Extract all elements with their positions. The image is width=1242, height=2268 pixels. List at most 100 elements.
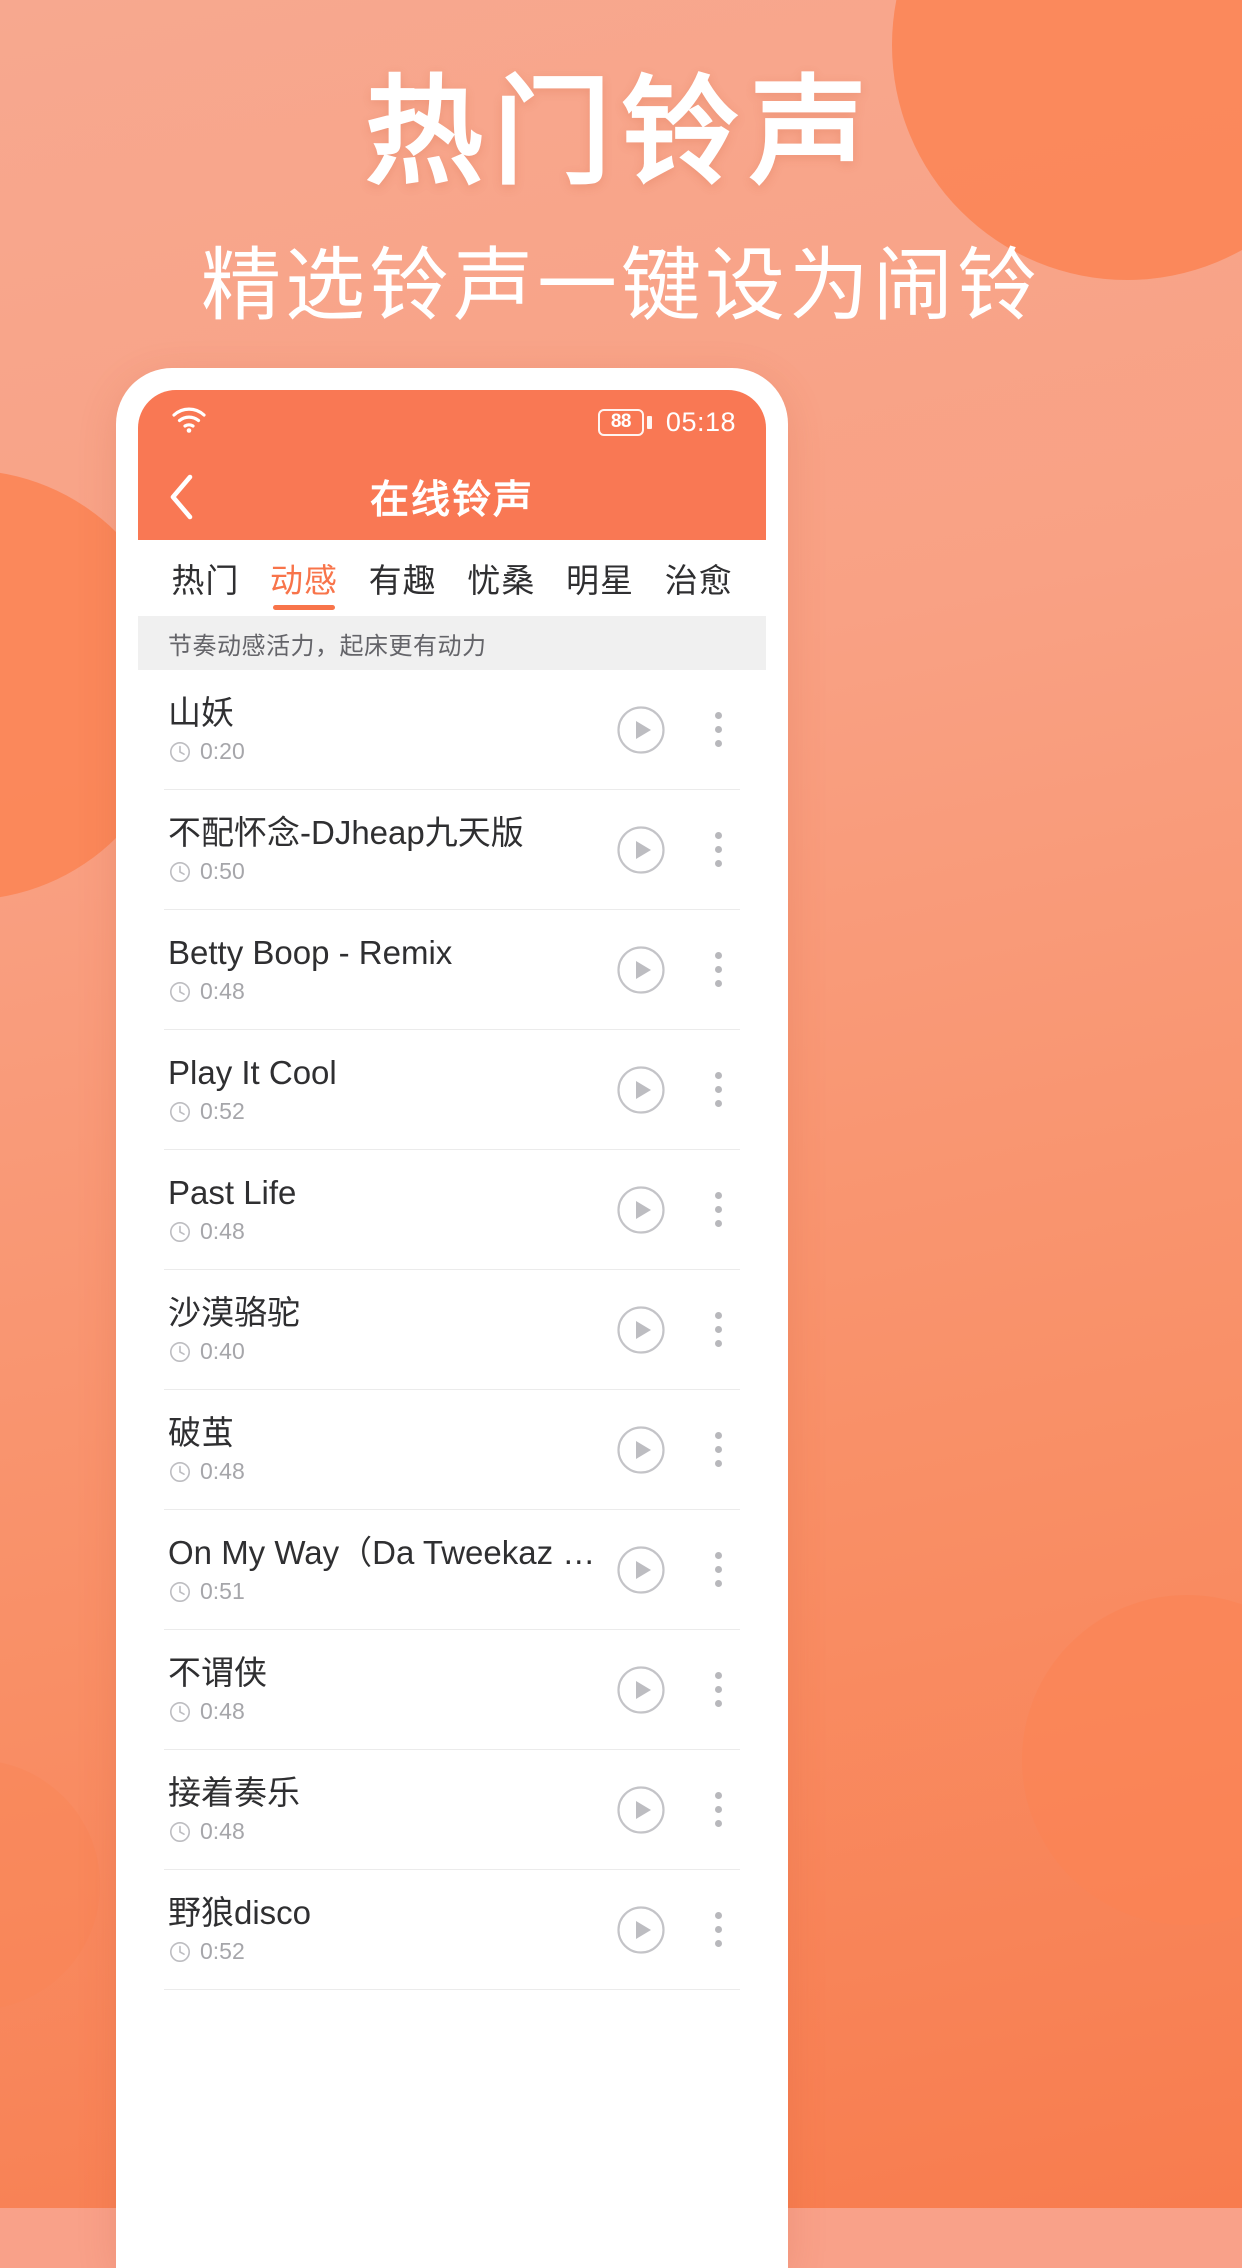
more-vertical-icon	[714, 740, 722, 747]
ringtone-row-3[interactable]: Play It Cool 0:52	[164, 1030, 740, 1150]
more-options-button[interactable]	[700, 1672, 740, 1707]
play-circle-icon	[616, 945, 666, 999]
tab-label: 忧桑	[467, 562, 536, 599]
more-options-button[interactable]	[700, 712, 740, 747]
chevron-left-icon	[167, 474, 195, 520]
ringtone-info: 接着奏乐 0:48	[164, 1774, 616, 1846]
ringtone-duration: 0:50	[168, 858, 616, 885]
tab-youqu[interactable]: 有趣	[353, 540, 452, 616]
duration-text: 0:52	[200, 1098, 245, 1125]
duration-text: 0:50	[200, 858, 245, 885]
more-options-button[interactable]	[700, 1432, 740, 1467]
ringtone-name: 破茧	[168, 1413, 234, 1451]
tab-yousang[interactable]: 忧桑	[452, 540, 551, 616]
more-vertical-icon	[714, 1686, 722, 1693]
hero-subtitle: 精选铃声一键设为闹铃	[201, 240, 1041, 330]
ringtone-row-1[interactable]: 不配怀念-DJheap九天版 0:50	[164, 790, 740, 910]
more-vertical-icon	[714, 846, 722, 853]
clock-icon	[168, 980, 192, 1004]
tab-remen[interactable]: 热门	[156, 540, 255, 616]
ringtone-name: Play It Cool	[168, 1053, 337, 1091]
more-vertical-icon	[714, 1672, 722, 1679]
play-button[interactable]	[616, 705, 666, 755]
more-options-button[interactable]	[700, 832, 740, 867]
play-button[interactable]	[616, 1305, 666, 1355]
duration-text: 0:48	[200, 1698, 245, 1725]
ringtone-row-10[interactable]: 野狼disco 0:52	[164, 1870, 740, 1990]
play-button[interactable]	[616, 945, 666, 995]
play-button[interactable]	[616, 1785, 666, 1835]
more-vertical-icon	[714, 712, 722, 719]
ringtone-name: 不谓侠	[168, 1653, 267, 1691]
more-vertical-icon	[714, 1700, 722, 1707]
ringtone-info: Play It Cool 0:52	[164, 1054, 616, 1126]
category-description: 节奏动感活力，起床更有动力	[138, 616, 766, 670]
play-circle-icon	[616, 1185, 666, 1239]
duration-text: 0:48	[200, 978, 245, 1005]
tab-zhiyu[interactable]: 治愈	[649, 540, 748, 616]
more-options-button[interactable]	[700, 1912, 740, 1947]
play-circle-icon	[616, 1905, 666, 1959]
play-button[interactable]	[616, 1545, 666, 1595]
clock-icon	[168, 1700, 192, 1724]
status-time: 05:18	[665, 406, 736, 437]
more-options-button[interactable]	[700, 1192, 740, 1227]
decorative-circle-bottom-right	[1022, 1595, 1242, 1925]
play-button[interactable]	[616, 1185, 666, 1235]
more-options-button[interactable]	[700, 1792, 740, 1827]
play-circle-icon	[616, 1065, 666, 1119]
back-button[interactable]	[138, 454, 224, 540]
ringtone-row-2[interactable]: Betty Boop - Remix 0:48	[164, 910, 740, 1030]
duration-text: 0:51	[200, 1578, 245, 1605]
ringtone-duration: 0:48	[168, 1818, 616, 1845]
more-options-button[interactable]	[700, 1552, 740, 1587]
play-button[interactable]	[616, 1665, 666, 1715]
wifi-icon	[172, 407, 206, 438]
play-button[interactable]	[616, 1065, 666, 1115]
tab-label: 有趣	[368, 562, 437, 599]
hero-title: 热门铃声	[364, 67, 877, 199]
ringtone-info: 野狼disco 0:52	[164, 1894, 616, 1966]
more-options-button[interactable]	[700, 1072, 740, 1107]
ringtone-row-4[interactable]: Past Life 0:48	[164, 1150, 740, 1270]
ringtone-row-9[interactable]: 接着奏乐 0:48	[164, 1750, 740, 1870]
play-circle-icon	[616, 1305, 666, 1359]
play-circle-icon	[616, 705, 666, 759]
more-vertical-icon	[714, 952, 722, 959]
ringtone-info: On My Way（Da Tweekaz Remix） 0:51	[164, 1534, 616, 1606]
more-vertical-icon	[714, 1206, 722, 1213]
more-options-button[interactable]	[700, 952, 740, 987]
more-vertical-icon	[714, 1432, 722, 1439]
ringtone-row-7[interactable]: On My Way（Da Tweekaz Remix） 0:51	[164, 1510, 740, 1630]
play-circle-icon	[616, 1665, 666, 1719]
more-vertical-icon	[714, 1312, 722, 1319]
ringtone-info: Past Life 0:48	[164, 1174, 616, 1246]
more-vertical-icon	[714, 1446, 722, 1453]
clock-icon	[168, 1340, 192, 1364]
decorative-circle-bottom-left	[0, 1760, 100, 2010]
ringtone-row-0[interactable]: 山妖 0:20	[164, 670, 740, 790]
tab-donggan[interactable]: 动感	[255, 540, 354, 616]
ringtone-row-5[interactable]: 沙漠骆驼 0:40	[164, 1270, 740, 1390]
play-button[interactable]	[616, 825, 666, 875]
ringtone-row-6[interactable]: 破茧 0:48	[164, 1390, 740, 1510]
ringtone-row-8[interactable]: 不谓侠 0:48	[164, 1630, 740, 1750]
more-vertical-icon	[714, 1792, 722, 1799]
battery-level: 88	[610, 411, 632, 432]
more-vertical-icon	[714, 1460, 722, 1467]
clock-icon	[168, 740, 192, 764]
play-button[interactable]	[616, 1425, 666, 1475]
more-vertical-icon	[714, 1326, 722, 1333]
clock-icon	[168, 1940, 192, 1964]
duration-text: 0:40	[200, 1338, 245, 1365]
ringtone-duration: 0:48	[168, 978, 616, 1005]
more-vertical-icon	[714, 1340, 722, 1347]
tab-mingxing[interactable]: 明星	[551, 540, 650, 616]
more-vertical-icon	[714, 1912, 722, 1919]
more-vertical-icon	[714, 1100, 722, 1107]
more-vertical-icon	[714, 1806, 722, 1813]
clock-icon	[168, 1580, 192, 1604]
more-options-button[interactable]	[700, 1312, 740, 1347]
more-vertical-icon	[714, 860, 722, 867]
play-button[interactable]	[616, 1905, 666, 1955]
